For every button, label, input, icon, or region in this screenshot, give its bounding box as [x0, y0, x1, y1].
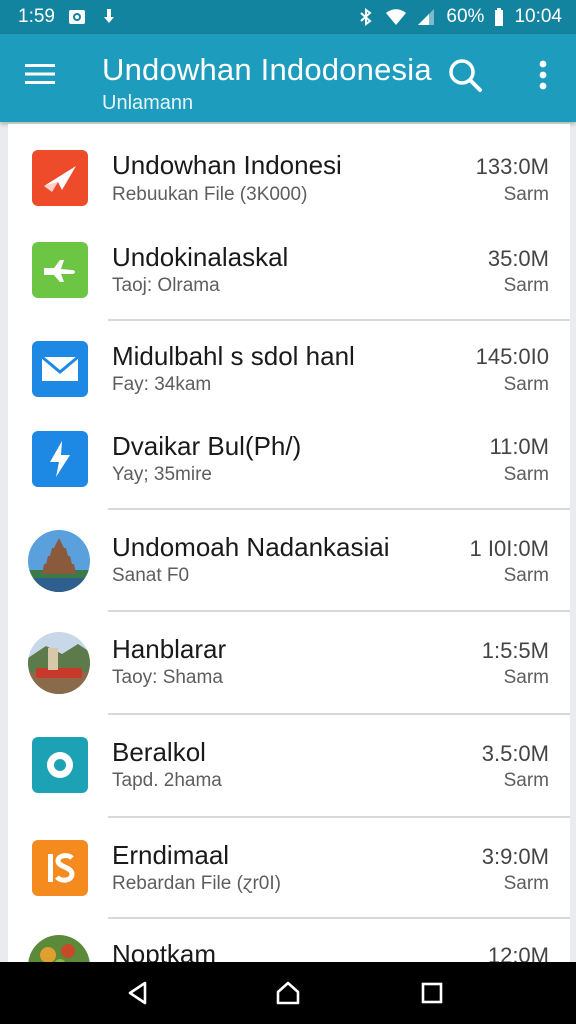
battery-percent: 60% [446, 6, 485, 27]
item-title: Midulbahl s sdol hanl [112, 341, 355, 371]
item-subtitle: Tapd. 2hama [112, 770, 222, 791]
list-item[interactable]: Undowhan Indonesi Rebuukan File (3K000) … [8, 124, 570, 220]
item-subtitle: Fay: 34kam [112, 374, 212, 395]
item-subtitle: Yay; 35mire [112, 464, 212, 485]
list-item[interactable]: Erndimaal Rebardan File (ɀr0I) 3:9:0M Sa… [8, 818, 570, 918]
search-button[interactable] [444, 54, 486, 96]
status-bar: 1:59 60% 10:04 [0, 0, 576, 34]
lightning-icon [32, 431, 88, 487]
app-title: Undowhan Indodonesia [102, 52, 432, 87]
item-subtitle: Taoj: Olrama [112, 275, 220, 296]
item-title: Erndimaal [112, 840, 230, 870]
item-meta: Sarm [503, 374, 549, 395]
item-meta: Sarm [503, 565, 549, 586]
list-item[interactable]: Dvaikar Bul(Ph/) Yay; 35mire 11:0M Sarm [8, 411, 570, 509]
signal-icon [416, 7, 436, 27]
wifi-icon [386, 7, 407, 27]
app-bar: Undowhan Indodonesia Unlamann [0, 34, 576, 122]
app-subtitle: Unlamann [102, 92, 194, 114]
ring-icon [32, 737, 88, 793]
list-item[interactable]: Undokinalaskal Taoj: Olrama 35:0M Sarm [8, 220, 570, 320]
list-item[interactable]: Hanblarar Taoy: Shama 1:5:5M Sarm [8, 612, 570, 714]
item-meta: Sarm [503, 184, 549, 205]
item-title: Noptkam [112, 939, 217, 964]
recents-icon [421, 982, 443, 1004]
item-title: Dvaikar Bul(Ph/) [112, 431, 302, 461]
mail-icon [32, 341, 88, 397]
download-icon [99, 7, 119, 27]
menu-icon [25, 64, 55, 84]
paper-plane-icon [32, 150, 88, 206]
battery-icon [494, 7, 504, 27]
item-subtitle: Rebuukan File (3K000) [112, 184, 308, 205]
file-list: Undowhan Indonesi Rebuukan File (3K000) … [8, 124, 570, 964]
list-item[interactable]: Noptkam 12:0M [8, 919, 570, 964]
image-icon [67, 7, 87, 27]
back-icon [128, 981, 147, 1005]
temple-photo-icon [28, 530, 90, 592]
item-title: Undokinalaskal [112, 242, 289, 272]
item-size: 1 I0I:0M [469, 536, 549, 561]
status-time-left: 1:59 [18, 6, 55, 27]
item-size: 35:0M [487, 246, 549, 271]
item-size: 3.5:0M [481, 741, 549, 766]
menu-button[interactable] [22, 56, 58, 92]
item-meta: Sarm [503, 873, 549, 894]
item-meta: Sarm [503, 275, 549, 296]
recents-button[interactable] [412, 973, 452, 1013]
list-item[interactable]: Midulbahl s sdol hanl Fay: 34kam 145:0I0… [8, 321, 570, 411]
item-subtitle: Taoy: Shama [112, 667, 223, 688]
bluetooth-icon [356, 7, 376, 27]
item-subtitle: Rebardan File (ɀr0I) [112, 873, 281, 894]
overflow-menu-button[interactable] [526, 54, 560, 96]
item-title: Hanblarar [112, 634, 227, 664]
search-icon [449, 59, 482, 92]
home-button[interactable] [268, 973, 308, 1013]
airplane-icon [32, 242, 88, 298]
train-photo-icon [28, 632, 90, 694]
item-size: 145:0I0 [475, 344, 549, 369]
list-item[interactable]: Beralkol Tapd. 2hama 3.5:0M Sarm [8, 715, 570, 817]
list-item[interactable]: Undomoah Nadankasiai Sanat F0 1 I0I:0M S… [8, 510, 570, 610]
item-size: 11:0M [489, 434, 549, 459]
s-letter-icon [32, 840, 88, 896]
item-size: 133:0M [475, 154, 549, 179]
item-meta: Sarm [503, 464, 549, 485]
back-button[interactable] [118, 973, 158, 1013]
item-title: Undomoah Nadankasiai [112, 532, 390, 562]
home-icon [276, 981, 300, 1005]
status-time-right: 10:04 [514, 6, 562, 27]
item-size: 1:5:5M [481, 638, 549, 663]
item-subtitle: Sanat F0 [112, 565, 190, 586]
item-size: 3:9:0M [481, 844, 549, 869]
item-title: Undowhan Indonesi [112, 150, 342, 180]
item-size: 12:0M [487, 943, 549, 964]
fruit-photo-icon [28, 935, 90, 964]
overflow-menu-icon [539, 60, 547, 90]
navigation-bar [0, 962, 576, 1024]
item-meta: Sarm [503, 770, 549, 791]
item-title: Beralkol [112, 737, 206, 767]
item-meta: Sarm [503, 667, 549, 688]
